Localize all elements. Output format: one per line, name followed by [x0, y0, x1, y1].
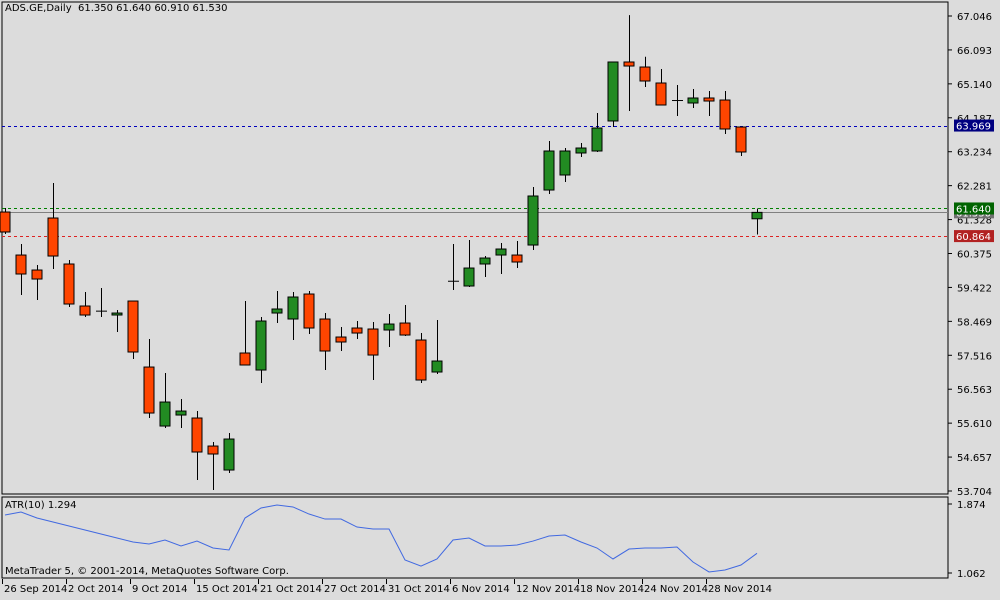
candle-bear: [31, 269, 43, 280]
candle-bull: [479, 257, 491, 265]
date-tick-label: 12 Nov 2014: [516, 584, 580, 595]
candle-bear: [511, 254, 523, 263]
candle-bear: [623, 61, 635, 67]
candle-bull: [431, 360, 443, 373]
price-tick-label: 54.657: [957, 453, 992, 464]
candle-bear: [143, 366, 155, 414]
candle-bull: [495, 248, 507, 256]
price-tick-label: 56.563: [957, 385, 992, 396]
level-line-tag-label: 63.969: [956, 122, 991, 133]
date-tick-label: 24 Nov 2014: [644, 584, 708, 595]
candle-bull: [607, 61, 619, 122]
candle-bear: [335, 336, 347, 343]
candle-bear: [719, 99, 731, 130]
atr-label: ATR(10) 1.294: [5, 500, 77, 511]
candle-bear: [703, 97, 715, 102]
candle-bear: [655, 82, 667, 106]
price-tick-label: 57.516: [957, 351, 992, 362]
atr-tick-label: 1.062: [957, 569, 986, 580]
candle-bear: [367, 328, 379, 356]
candle-bull: [271, 308, 283, 314]
candle-bull: [527, 195, 539, 246]
price-tick-label: 60.375: [957, 250, 992, 261]
price-tick-label: 58.469: [957, 317, 992, 328]
date-tick-label: 26 Sep 2014: [4, 584, 67, 595]
date-tick-label: 27 Oct 2014: [324, 584, 386, 595]
date-tick-label: 31 Oct 2014: [388, 584, 450, 595]
candle-bear: [79, 305, 91, 316]
candle-bear: [303, 293, 315, 329]
candle-bull: [383, 323, 395, 331]
candle-bull: [543, 150, 555, 191]
date-tick-label: 9 Oct 2014: [132, 584, 187, 595]
low-line-tag-label: 60.864: [956, 232, 991, 243]
candle-bear: [47, 217, 59, 257]
candle-bull: [463, 267, 475, 287]
candle-bear: [639, 66, 651, 82]
main-pane-frame: [1, 1, 949, 495]
candle-bear: [239, 352, 251, 366]
candle-bear: [351, 327, 363, 334]
ask-line-tag-label: 61.640: [956, 204, 991, 215]
symbol-label: ADS.GE,Daily: [5, 3, 72, 14]
candle-bull: [559, 150, 571, 176]
copyright-text: MetaTrader 5, © 2001-2014, MetaQuotes So…: [5, 566, 289, 577]
price-chart[interactable]: 67.04666.09365.14064.18763.23462.28161.3…: [0, 0, 1000, 600]
candle-bull: [751, 211, 763, 220]
price-tick-label: 59.422: [957, 283, 992, 294]
candle-bear: [191, 417, 203, 453]
candle-bear: [319, 318, 331, 352]
atr-tick-label: 1.874: [957, 500, 986, 511]
price-tick-label: 66.093: [957, 46, 992, 57]
candle-bull: [575, 147, 587, 154]
candle-bear: [399, 322, 411, 336]
candle-bear: [63, 263, 75, 305]
price-tick-label: 53.704: [957, 487, 992, 498]
candle-bear: [127, 300, 139, 353]
candle-bear: [207, 445, 219, 455]
candle-bear: [415, 339, 427, 381]
date-tick-label: 15 Oct 2014: [196, 584, 258, 595]
price-tick-label: 67.046: [957, 12, 992, 23]
price-tick-label: 62.281: [957, 182, 992, 193]
candle-bull: [687, 97, 699, 104]
price-tick-label: 55.610: [957, 419, 992, 430]
candle-bull: [111, 312, 123, 316]
date-tick-label: 21 Oct 2014: [260, 584, 322, 595]
candle-bull: [175, 410, 187, 416]
candle-bull: [159, 401, 171, 427]
candle-bull: [255, 320, 267, 371]
candle-bull: [223, 438, 235, 471]
candle-bull: [591, 127, 603, 152]
atr-line: [4, 504, 758, 573]
ohlc-readout: 61.350 61.640 60.910 61.530: [77, 3, 228, 14]
price-tick-label: 65.140: [957, 80, 992, 91]
candle-bull: [287, 296, 299, 320]
candle-bear: [0, 211, 11, 233]
candle-bear: [735, 126, 747, 153]
date-tick-label: 6 Nov 2014: [452, 584, 510, 595]
date-tick-label: 18 Nov 2014: [580, 584, 644, 595]
candle-bear: [15, 254, 27, 275]
price-tick-label: 63.234: [957, 148, 992, 159]
chart-header: ADS.GE,Daily 61.350 61.640 60.910 61.530: [5, 3, 227, 14]
date-tick-label: 2 Oct 2014: [68, 584, 123, 595]
date-tick-label: 28 Nov 2014: [708, 584, 772, 595]
